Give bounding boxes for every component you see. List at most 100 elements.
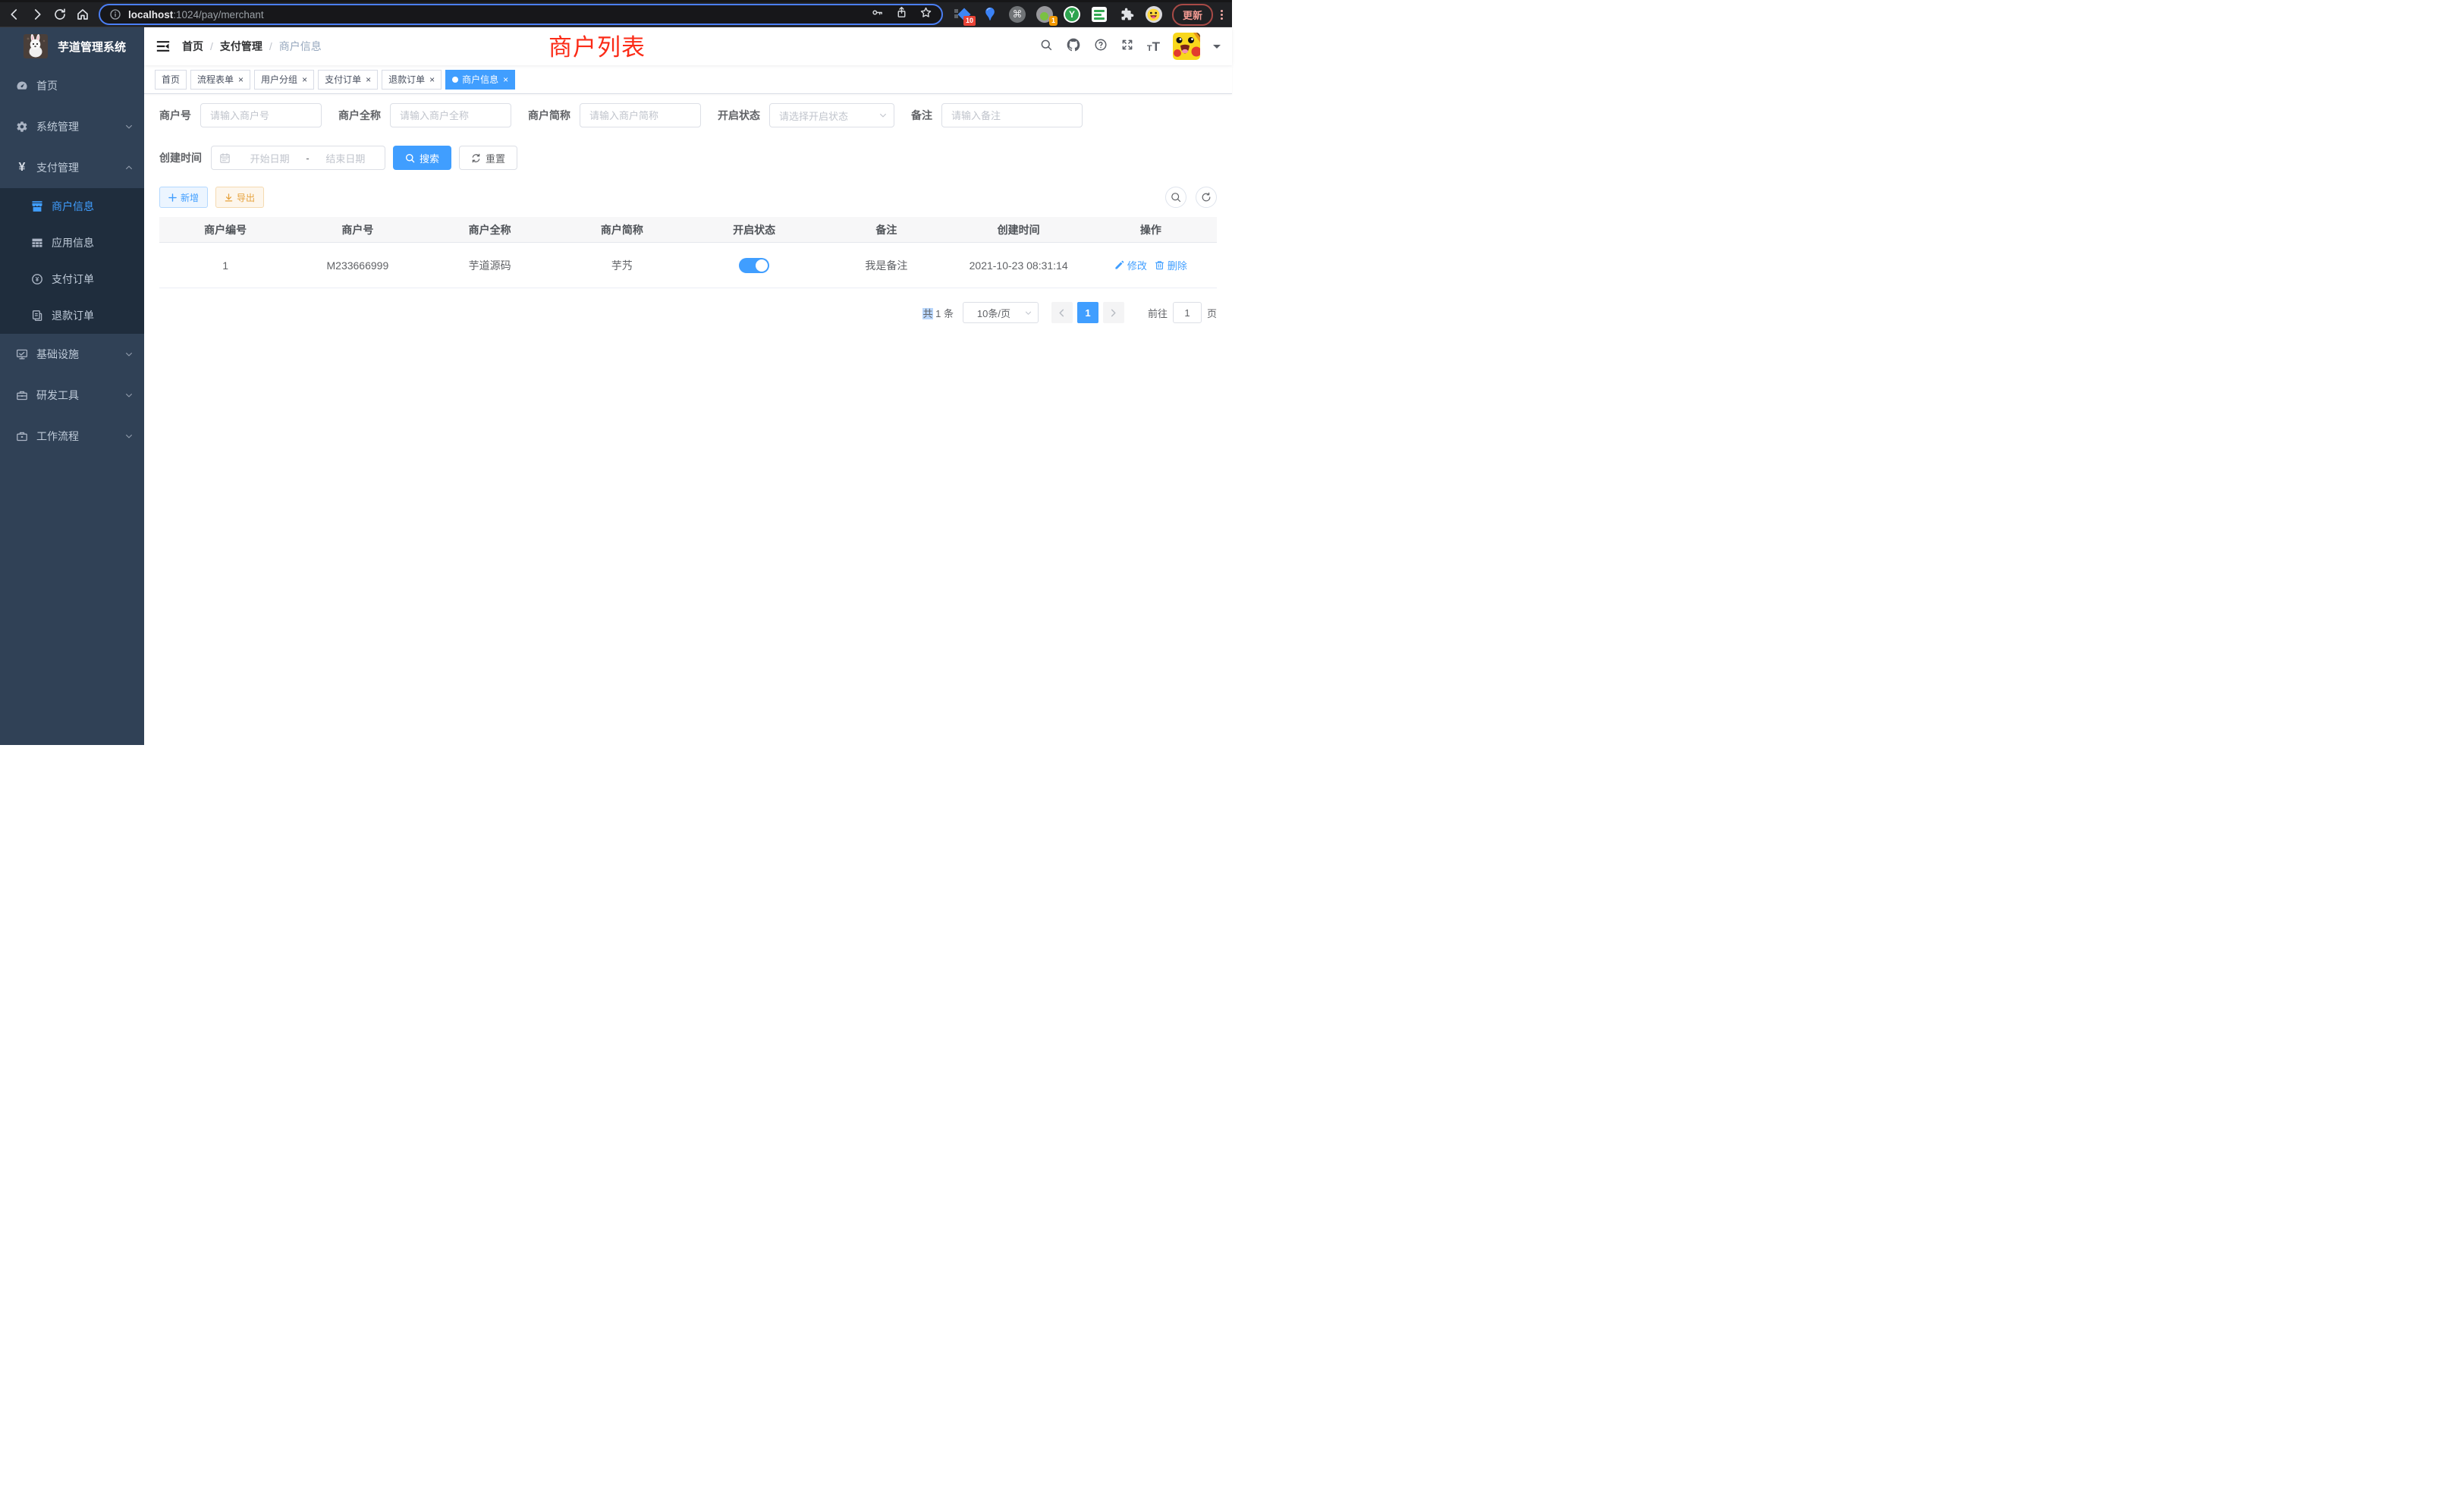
font-size-icon[interactable]: TT bbox=[1147, 40, 1160, 53]
search-icon[interactable] bbox=[1039, 38, 1053, 55]
cell-full-name: 芋道源码 bbox=[424, 258, 556, 273]
chrome-update-button[interactable]: 更新 bbox=[1172, 4, 1213, 26]
sidebar-item-dev-tools[interactable]: 研发工具 bbox=[0, 375, 144, 416]
export-button[interactable]: 导出 bbox=[215, 187, 264, 208]
extensions-bar: 10 ⌘ 1 Y bbox=[954, 5, 1163, 24]
browser-menu-icon[interactable] bbox=[1221, 10, 1223, 20]
sidebar-collapse-icon[interactable] bbox=[156, 39, 171, 54]
prev-page-button[interactable] bbox=[1051, 302, 1073, 323]
plus-icon bbox=[168, 193, 177, 202]
cell-merchant-no: M233666999 bbox=[291, 259, 423, 272]
extension-command-icon[interactable]: ⌘ bbox=[1008, 5, 1026, 24]
extension-badge: 1 bbox=[1049, 16, 1058, 26]
tab-user-group[interactable]: 用户分组× bbox=[254, 70, 314, 90]
briefcase-icon bbox=[16, 430, 28, 442]
sidebar-item-workflow[interactable]: 工作流程 bbox=[0, 416, 144, 457]
extension-emoji-icon[interactable] bbox=[1145, 5, 1163, 24]
breadcrumb-payment[interactable]: 支付管理 bbox=[220, 39, 262, 54]
edit-link[interactable]: 修改 bbox=[1114, 258, 1147, 272]
status-toggle[interactable] bbox=[739, 258, 769, 273]
current-page-button[interactable]: 1 bbox=[1077, 302, 1098, 323]
extension-badge: 10 bbox=[963, 16, 976, 26]
share-icon[interactable] bbox=[895, 6, 908, 23]
chevron-down-icon bbox=[124, 122, 134, 131]
extension-y-icon[interactable]: Y bbox=[1063, 5, 1081, 24]
sidebar-item-system[interactable]: 系统管理 bbox=[0, 106, 144, 147]
sidebar-item-app-info[interactable]: 应用信息 bbox=[0, 225, 144, 261]
full-name-label: 商户全称 bbox=[338, 108, 381, 123]
create-time-range-picker[interactable]: 开始日期 - 结束日期 bbox=[211, 146, 385, 170]
sidebar-item-merchant-info[interactable]: 商户信息 bbox=[0, 188, 144, 225]
tab-home[interactable]: 首页 bbox=[155, 70, 187, 90]
delete-link[interactable]: 删除 bbox=[1155, 258, 1187, 272]
reload-icon[interactable] bbox=[53, 8, 67, 21]
full-name-input[interactable] bbox=[390, 103, 511, 127]
refresh-table-button[interactable] bbox=[1196, 187, 1217, 208]
refresh-icon bbox=[471, 153, 481, 163]
search-button[interactable]: 搜索 bbox=[393, 146, 451, 170]
url-text[interactable]: localhost:1024/pay/merchant bbox=[128, 9, 264, 20]
table-row: 1 M233666999 芋道源码 芋艿 我是备注 2021-10-23 08:… bbox=[159, 243, 1217, 288]
user-avatar[interactable] bbox=[1173, 33, 1200, 60]
close-icon[interactable]: × bbox=[302, 75, 307, 84]
edit-icon bbox=[1114, 260, 1124, 270]
show-search-toggle-button[interactable] bbox=[1165, 187, 1186, 208]
pagination: 共 1 条 10条/页 1 前往 页 bbox=[159, 302, 1217, 323]
avatar-dropdown-icon[interactable] bbox=[1213, 45, 1221, 52]
top-navbar: 首页 / 支付管理 / 商户信息 商户列表 TT bbox=[144, 27, 1232, 65]
chevron-down-icon bbox=[878, 111, 888, 120]
sidebar-item-pay-orders[interactable]: ¥ 支付订单 bbox=[0, 261, 144, 297]
trash-icon bbox=[1155, 260, 1164, 270]
sidebar-item-home[interactable]: 首页 bbox=[0, 65, 144, 106]
bookmark-star-icon[interactable] bbox=[919, 6, 932, 23]
password-key-icon[interactable] bbox=[871, 6, 884, 23]
close-icon[interactable]: × bbox=[238, 75, 244, 84]
back-icon[interactable] bbox=[8, 8, 21, 21]
sidebar-item-refund-orders[interactable]: 退款订单 bbox=[0, 297, 144, 334]
help-icon[interactable] bbox=[1094, 38, 1108, 55]
tab-merchant-info[interactable]: 商户信息× bbox=[445, 70, 515, 90]
breadcrumb-home[interactable]: 首页 bbox=[182, 39, 203, 54]
tab-pay-orders[interactable]: 支付订单× bbox=[318, 70, 378, 90]
reset-button[interactable]: 重置 bbox=[459, 146, 517, 170]
short-name-input[interactable] bbox=[580, 103, 701, 127]
document-copy-icon bbox=[31, 310, 43, 322]
close-icon[interactable]: × bbox=[503, 75, 508, 84]
sidebar-item-payment[interactable]: ¥ 支付管理 bbox=[0, 147, 144, 188]
next-page-button[interactable] bbox=[1103, 302, 1124, 323]
extension-puzzle-icon[interactable] bbox=[1117, 5, 1136, 24]
site-info-icon[interactable] bbox=[109, 8, 121, 20]
merchant-no-input[interactable] bbox=[200, 103, 322, 127]
sidebar-item-infrastructure[interactable]: 基础设施 bbox=[0, 334, 144, 375]
close-icon[interactable]: × bbox=[366, 75, 371, 84]
tab-process-form[interactable]: 流程表单× bbox=[190, 70, 250, 90]
status-select[interactable]: 请选择开启状态 bbox=[769, 103, 894, 127]
remark-input[interactable] bbox=[941, 103, 1083, 127]
extension-notes-icon[interactable] bbox=[1090, 5, 1108, 24]
home-icon[interactable] bbox=[76, 8, 90, 21]
forward-icon[interactable] bbox=[30, 8, 44, 21]
github-icon[interactable] bbox=[1066, 37, 1081, 56]
remark-label: 备注 bbox=[911, 108, 932, 123]
tags-view: 首页 流程表单× 用户分组× 支付订单× 退款订单× 商户信息× bbox=[144, 65, 1232, 94]
fullscreen-icon[interactable] bbox=[1120, 38, 1134, 55]
page-unit-label: 页 bbox=[1207, 306, 1217, 320]
app-logo[interactable]: 芋道管理系统 bbox=[0, 27, 144, 65]
cell-id: 1 bbox=[159, 259, 291, 272]
extension-diamond-icon[interactable]: 10 bbox=[954, 5, 972, 24]
extension-balloon-icon[interactable] bbox=[981, 5, 999, 24]
chevron-up-icon bbox=[124, 163, 134, 172]
close-icon[interactable]: × bbox=[429, 75, 435, 84]
app-title: 芋道管理系统 bbox=[58, 39, 126, 55]
chevron-down-icon bbox=[124, 391, 134, 400]
download-icon bbox=[225, 193, 233, 202]
tab-refund-orders[interactable]: 退款订单× bbox=[382, 70, 442, 90]
page-size-select[interactable]: 10条/页 bbox=[963, 302, 1039, 323]
start-date-placeholder: 开始日期 bbox=[238, 151, 301, 165]
add-button[interactable]: 新增 bbox=[159, 187, 208, 208]
goto-page-input[interactable] bbox=[1173, 302, 1202, 323]
payment-submenu: 商户信息 应用信息 ¥ 支付订单 退款订单 bbox=[0, 188, 144, 334]
address-bar[interactable]: localhost:1024/pay/merchant bbox=[99, 4, 943, 25]
extension-status-icon[interactable]: 1 bbox=[1036, 5, 1054, 24]
chevron-down-icon bbox=[124, 432, 134, 441]
